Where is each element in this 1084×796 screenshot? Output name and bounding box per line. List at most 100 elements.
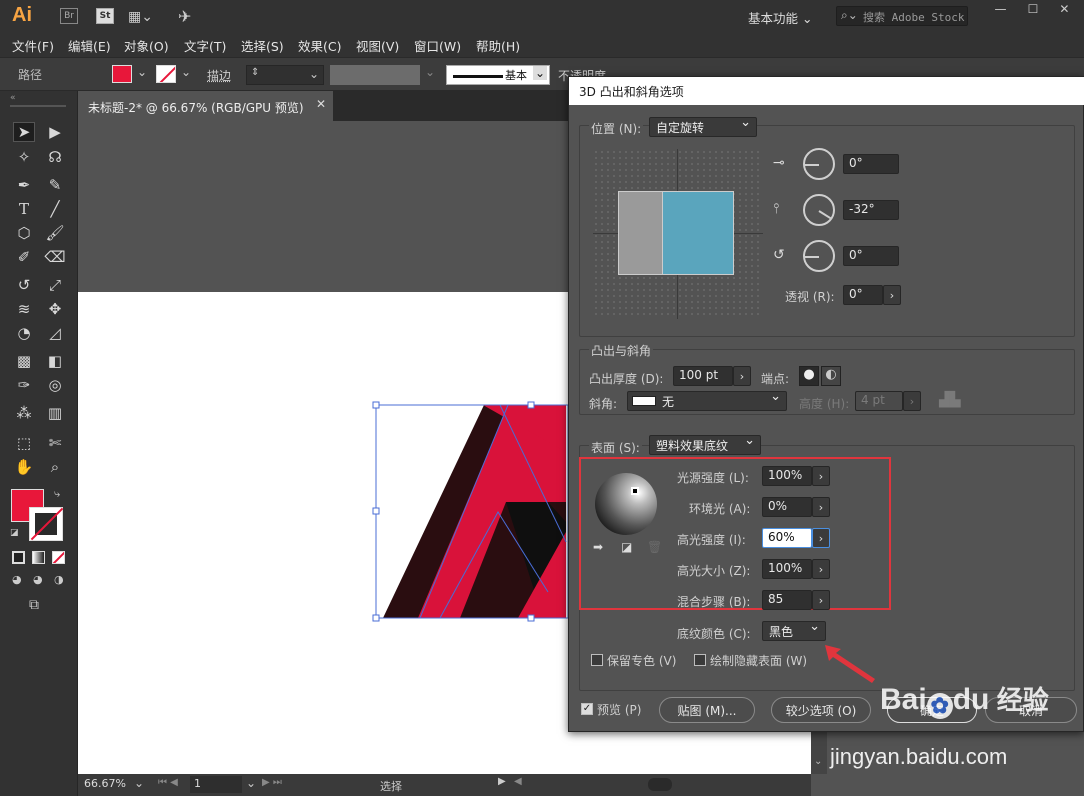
fill-dropdown-icon[interactable]: ⌄ (137, 65, 147, 79)
symbol-sprayer-tool-icon[interactable]: ⁂ (13, 403, 35, 423)
hand-tool-icon[interactable]: ✋ (13, 457, 35, 477)
slice-tool-icon[interactable]: ✄ (44, 433, 66, 453)
bevel-dropdown[interactable]: 无 (627, 389, 787, 411)
fewer-options-button[interactable]: 较少选项 (O) (771, 697, 871, 723)
light-intensity-field[interactable]: 100% (762, 466, 812, 486)
zoom-level[interactable]: 66.67% (84, 777, 126, 790)
blend-steps-field[interactable]: 85 (762, 590, 812, 610)
rotate-tool-icon[interactable]: ↺ (13, 275, 35, 295)
artboard-navigator[interactable]: 1 (190, 776, 242, 793)
stroke-label[interactable]: 描边 (207, 67, 231, 84)
close-button[interactable]: ✕ (1059, 2, 1069, 22)
menu-window[interactable]: 窗口(W) (414, 36, 461, 55)
shape-tool-icon[interactable]: ⬡ (13, 223, 35, 243)
draw-behind-icon[interactable]: ◕ (33, 573, 43, 586)
gradient-mode-icon[interactable] (32, 551, 45, 564)
gradient-tool-icon[interactable]: ◧ (44, 351, 66, 371)
handle-top-center[interactable] (527, 401, 535, 409)
rotate-x-field[interactable]: 0° (843, 154, 899, 174)
none-mode-icon[interactable] (52, 551, 65, 564)
perspective-stepper[interactable]: › (883, 285, 901, 305)
preserve-spot-checkbox[interactable] (591, 654, 603, 666)
menu-view[interactable]: 视图(V) (356, 36, 399, 55)
cap-off-icon[interactable]: ◐ (821, 366, 841, 386)
minimize-button[interactable]: — (995, 2, 1007, 22)
puppet-warp-tool-icon[interactable]: ✥ (44, 299, 66, 319)
stock-button[interactable]: St (96, 8, 114, 24)
height-stepper[interactable]: › (903, 391, 921, 411)
blend-tool-icon[interactable]: ◎ (44, 375, 66, 395)
brush-definition[interactable]: 基本 ⌄ (446, 65, 550, 85)
handle-bottom-center[interactable] (527, 614, 535, 622)
graph-tool-icon[interactable]: ▥ (44, 403, 66, 423)
menu-edit[interactable]: 编辑(E) (68, 36, 111, 55)
rotate-y-dial[interactable] (803, 194, 835, 226)
dialog-title[interactable]: 3D 凸出和斜角选项 (569, 77, 1084, 105)
zoom-tool-icon[interactable]: ⌕ (44, 457, 66, 477)
highlight-size-field[interactable]: 100% (762, 559, 812, 579)
rotation-track-cube[interactable] (593, 149, 763, 319)
cap-on-icon[interactable]: ● (799, 366, 819, 386)
close-tab-icon[interactable]: ✕ (316, 97, 326, 111)
shape-builder-tool-icon[interactable]: ◔ (13, 323, 35, 343)
default-colors-icon[interactable]: ◪ (10, 528, 19, 538)
ambient-light-field[interactable]: 0% (762, 497, 812, 517)
blend-steps-stepper[interactable]: › (812, 590, 830, 610)
type-tool-icon[interactable]: T (13, 199, 35, 219)
highlight-intensity-stepper[interactable]: › (812, 528, 830, 548)
perspective-grid-tool-icon[interactable]: ◿ (44, 323, 66, 343)
map-art-button[interactable]: 贴图 (M)... (659, 697, 755, 723)
surface-dropdown[interactable]: 塑料效果底纹 (649, 433, 761, 455)
rotate-y-field[interactable]: -32° (843, 200, 899, 220)
bridge-button[interactable]: Br (60, 8, 78, 24)
line-tool-icon[interactable]: ╱ (44, 199, 66, 219)
magic-wand-tool-icon[interactable]: ✧ (13, 147, 35, 167)
perspective-field[interactable]: 0° (843, 285, 883, 305)
artboard-dropdown-icon[interactable]: ⌄ (246, 776, 256, 790)
handle-top-left[interactable] (372, 401, 380, 409)
bevel-out-icon[interactable]: ▟▙ (939, 392, 961, 408)
direct-selection-tool-icon[interactable]: ▶ (44, 122, 66, 142)
preview-checkbox[interactable]: ✓ (581, 703, 593, 715)
scale-tool-icon[interactable]: ⤢ (44, 275, 66, 295)
paintbrush-tool-icon[interactable]: 🖌 (44, 223, 66, 243)
menu-effect[interactable]: 效果(C) (298, 36, 341, 55)
first-artboard-icon[interactable]: ⏮ ◀ (158, 777, 178, 788)
eyedropper-tool-icon[interactable]: ✑ (13, 375, 35, 395)
highlight-size-stepper[interactable]: › (812, 559, 830, 579)
shading-color-dropdown[interactable]: 黑色 (762, 619, 826, 641)
extrude-depth-field[interactable]: 100 pt (673, 366, 733, 386)
fill-swatch[interactable] (112, 65, 132, 83)
menu-file[interactable]: 文件(F) (12, 36, 54, 55)
last-artboard-icon[interactable]: ▶ ⏭ (262, 777, 282, 788)
shaper-tool-icon[interactable]: ✐ (13, 247, 35, 267)
collapse-panel-icon[interactable]: « (10, 93, 16, 103)
menu-type[interactable]: 文字(T) (184, 36, 226, 55)
arrange-documents-icon[interactable]: ▦⌄ (128, 9, 153, 25)
status-menu-icon[interactable]: ▶ (498, 776, 506, 787)
handle-bottom-left[interactable] (372, 614, 380, 622)
stroke-weight-field[interactable]: ⇕ ⌄ (246, 65, 324, 85)
menu-select[interactable]: 选择(S) (241, 36, 284, 55)
menu-help[interactable]: 帮助(H) (476, 36, 520, 55)
ambient-light-stepper[interactable]: › (812, 497, 830, 517)
draw-hidden-checkbox[interactable] (694, 654, 706, 666)
handle-middle-left[interactable] (372, 507, 380, 515)
light-intensity-stepper[interactable]: › (812, 466, 830, 486)
lighting-sphere[interactable] (595, 473, 657, 535)
delete-light-icon[interactable]: 🗑 (647, 540, 662, 554)
screen-mode-icon[interactable]: ⧉ (29, 597, 39, 613)
extrude-depth-stepper[interactable]: › (733, 366, 751, 386)
workspace-switcher[interactable]: 基本功能 ⌄ (748, 8, 812, 27)
document-tab[interactable]: 未标题-2* @ 66.67% (RGB/GPU 预览) ✕ (78, 91, 334, 121)
draw-inside-icon[interactable]: ◑ (54, 573, 64, 586)
draw-normal-icon[interactable]: ◕ (12, 573, 22, 586)
highlight-intensity-field[interactable]: 60% (762, 528, 812, 548)
warp-tool-icon[interactable]: ≋ (13, 299, 35, 319)
pen-tool-icon[interactable]: ✒ (13, 175, 35, 195)
swap-colors-icon[interactable]: ⤷ (54, 487, 60, 501)
scroll-down-icon[interactable]: ⌄ (814, 756, 822, 767)
zoom-dropdown-icon[interactable]: ⌄ (134, 776, 144, 790)
rotate-z-field[interactable]: 0° (843, 246, 899, 266)
maximize-button[interactable]: ☐ (1028, 2, 1039, 22)
